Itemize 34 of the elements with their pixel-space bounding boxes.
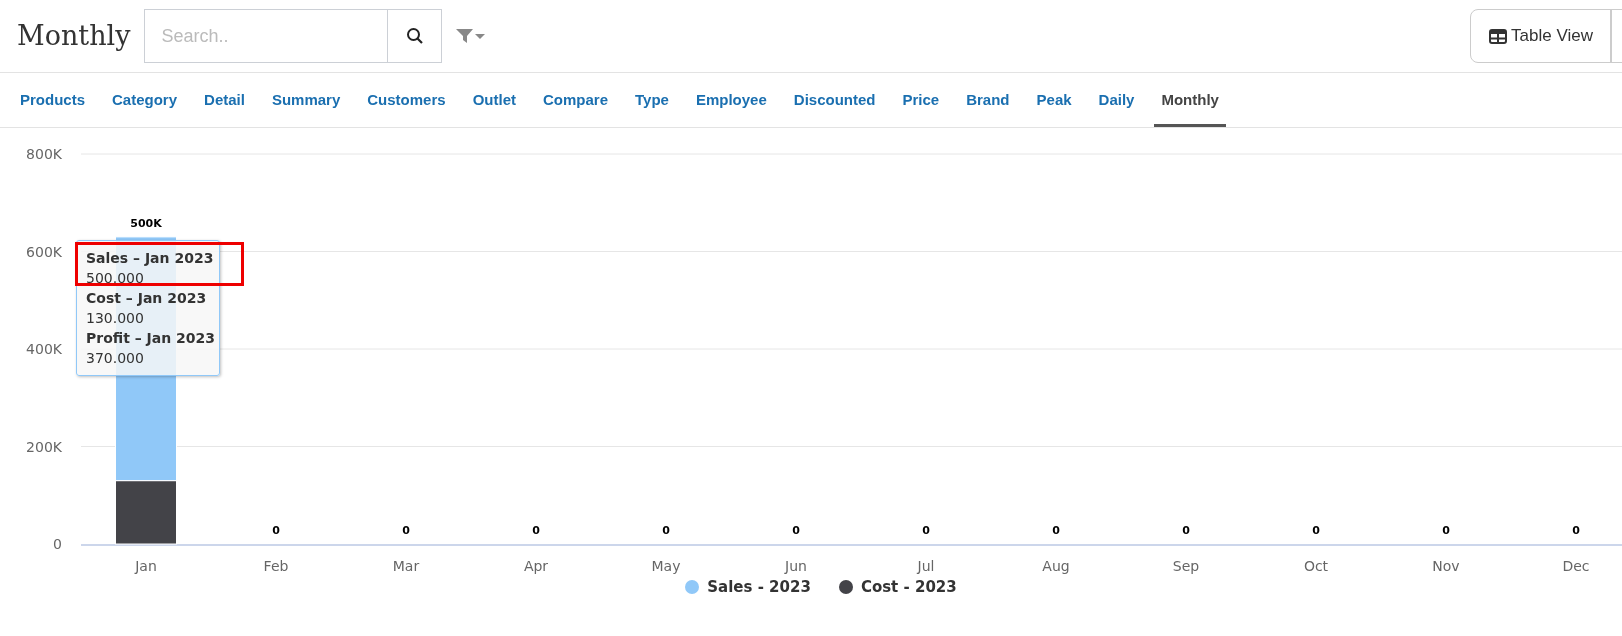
x-axis-label: Jun [785, 558, 807, 574]
y-axis-label: 600K [26, 243, 62, 260]
tooltip-value: 130.000 [86, 309, 145, 328]
bar-value-label: 0 [532, 524, 540, 537]
y-axis-label: 800K [26, 146, 62, 162]
page-title: Monthly [17, 18, 131, 53]
x-axis-label: Sep [1172, 558, 1200, 574]
y-axis-label: 200K [26, 438, 62, 455]
y-axis-label: 400K [26, 341, 62, 357]
x-axis-label: Jul [917, 558, 935, 574]
bar-value-label: 0 [1052, 524, 1060, 537]
y-axis-label: 0 [53, 536, 62, 552]
tooltip-value: 370.000 [86, 349, 145, 368]
x-axis-label: Jan [135, 558, 157, 574]
x-axis-label: Apr [523, 558, 549, 574]
bar-value-label: 0 [1572, 524, 1580, 537]
x-axis-label: Mar [392, 558, 420, 574]
bar-value-label: 0 [1182, 524, 1190, 537]
bar-value-label: 0 [402, 524, 410, 537]
x-axis-label: Nov [1432, 558, 1460, 574]
tooltip-title: Cost – Jan 2023 [86, 289, 208, 308]
tooltip-value: 500.000 [86, 269, 145, 288]
bar-value-label: 0 [1312, 524, 1320, 537]
bar-value-label: 0 [922, 524, 930, 537]
bar-value-label: 500K [130, 216, 162, 230]
x-axis-label: May [651, 558, 681, 574]
bar-value-label: 0 [662, 524, 670, 537]
x-axis-label: Oct [1303, 558, 1329, 574]
bar-value-label: 0 [272, 524, 280, 537]
bar-value-label: 0 [792, 524, 800, 537]
x-axis-label: Dec [1562, 558, 1590, 574]
bar-value-label: 0 [1442, 524, 1450, 537]
x-axis-label: Feb [263, 558, 289, 574]
x-axis-label: Aug [1042, 558, 1070, 574]
